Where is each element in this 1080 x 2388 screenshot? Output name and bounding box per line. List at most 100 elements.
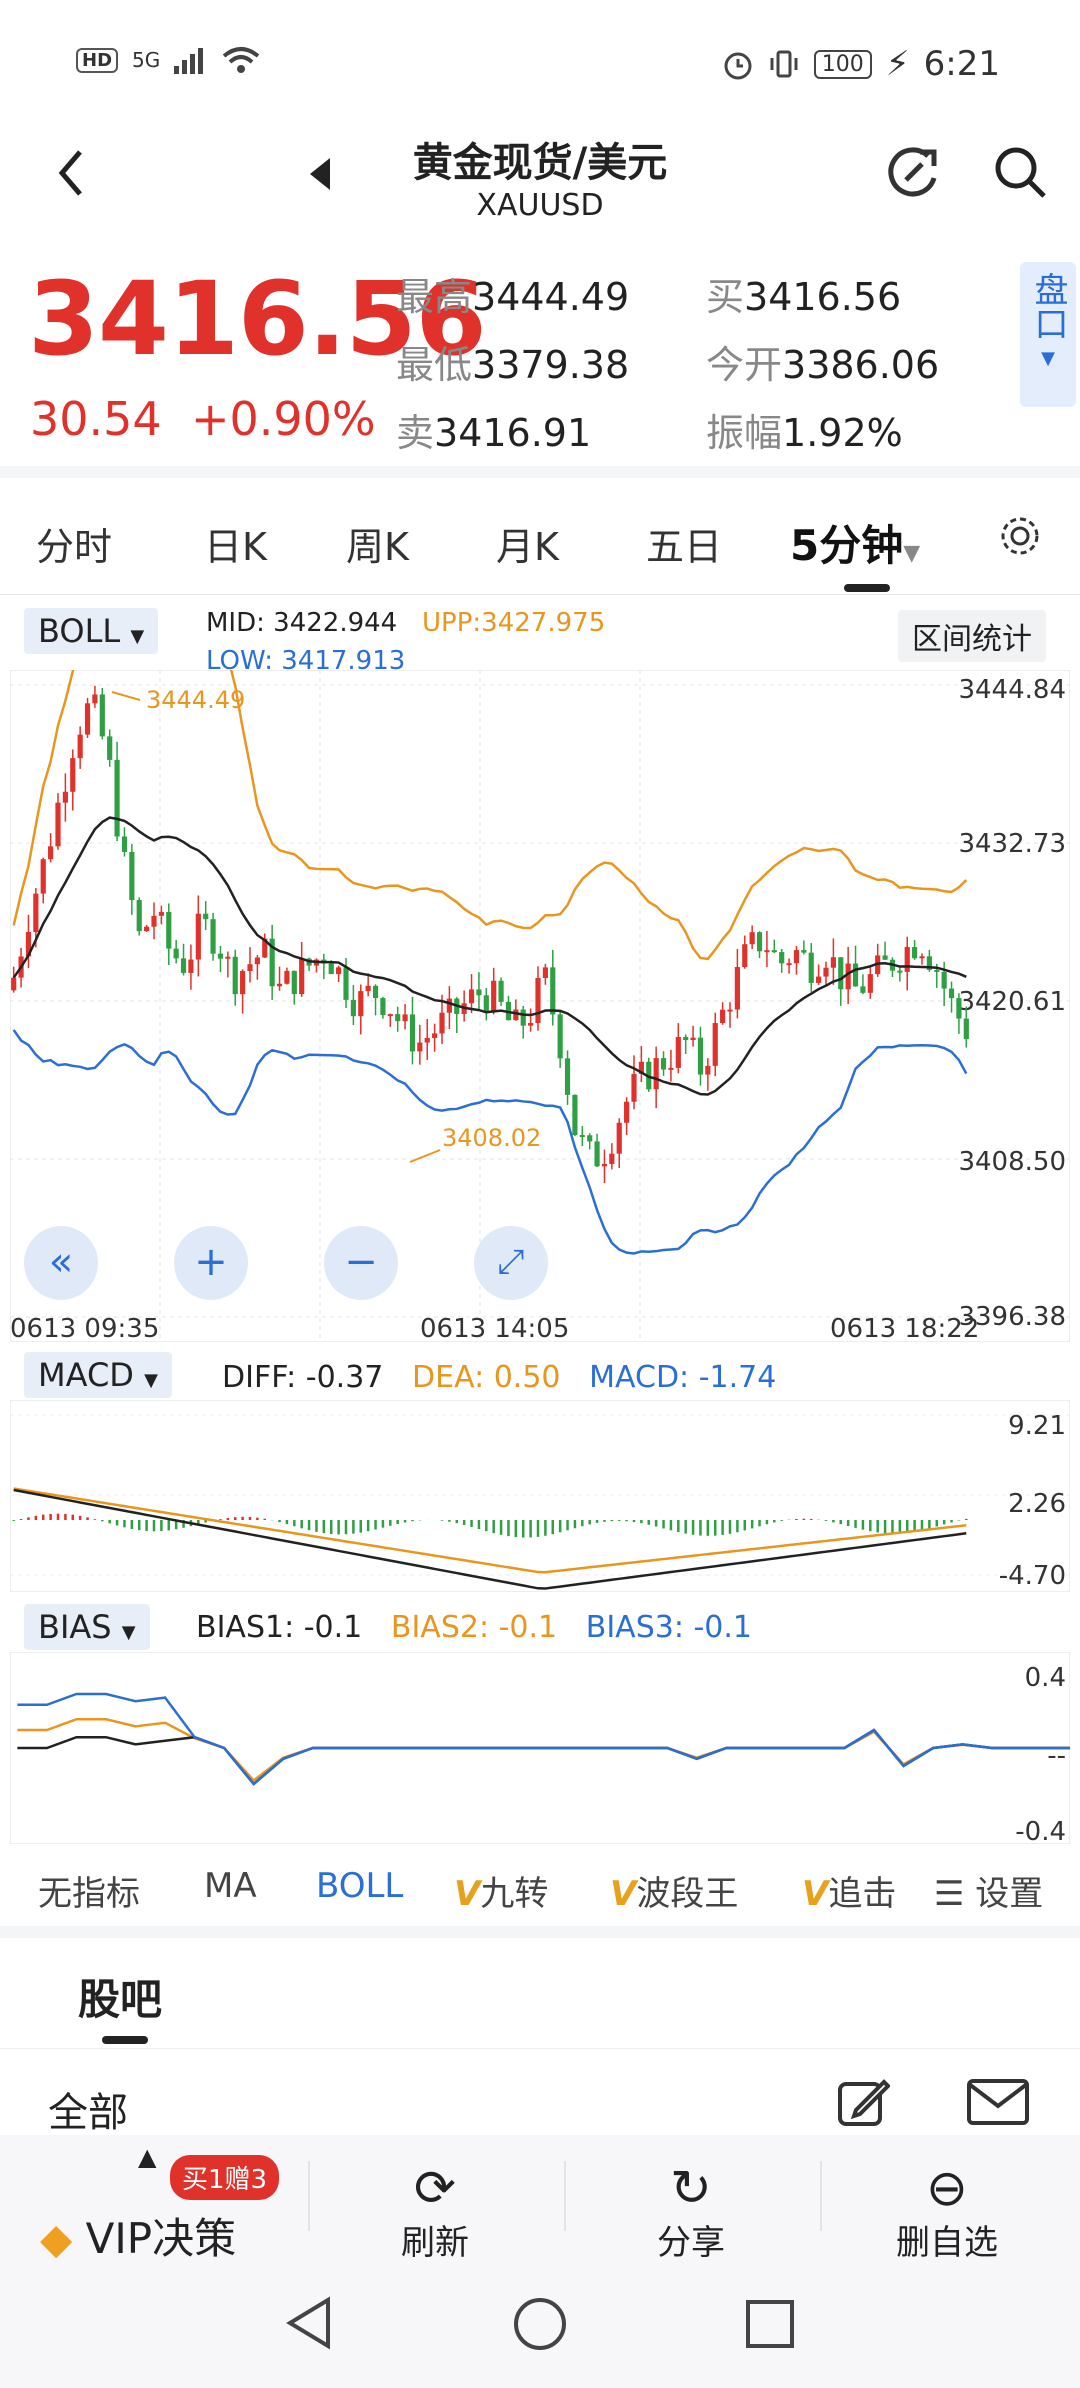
max-price-note: 3444.49 [146,686,245,714]
candle-body [919,956,925,959]
v-icon: V [802,1874,829,1914]
candle-body [84,703,91,735]
candle-body [528,1022,534,1026]
sell-value: 3416.91 [434,411,592,455]
filter-all[interactable]: 全部 [48,2080,128,2138]
y-tick-label: 3432.73 [958,829,1066,859]
macd-y-tick: 2.26 [1008,1489,1066,1519]
minus-circle-icon: ⊖ [926,2159,968,2217]
recents-square-icon[interactable] [744,2298,796,2350]
macd-label: MACD [38,1356,134,1394]
candle-body [173,948,179,959]
candle-body [284,970,290,984]
candle-body [786,963,792,966]
gear-icon[interactable] [998,514,1042,558]
promo-badge: 买1赠3 [170,2155,280,2200]
candle-body [387,1014,393,1017]
indicator-bodanwang[interactable]: V波段王 [610,1866,738,1915]
open-value: 3386.06 [782,343,940,387]
bias-chart[interactable]: 0.4 -- -0.4 [10,1652,1070,1844]
tab-weekly-k[interactable]: 周K [346,516,409,571]
indicator-jiuzhuan[interactable]: V九转 [454,1866,548,1915]
candle-body [424,1037,430,1043]
candle-body [129,851,135,901]
vip-label: VIP决策 [85,2214,237,2263]
candle-body [860,986,866,993]
indicator-label: BOLL [38,612,121,650]
chevron-down-icon: ▼ [121,1622,136,1643]
candle-body [350,999,356,1017]
community-title[interactable]: 股吧 [78,1966,162,2027]
price-change: 30.54 +0.90% [30,392,376,446]
low-value: 3379.38 [472,343,630,387]
back-triangle-icon[interactable] [284,2296,334,2350]
bias-y-tick: -- [1047,1741,1066,1771]
candle-body [328,963,334,975]
range-stats-button[interactable]: 区间统计 [898,610,1046,662]
indicator-select-boll[interactable]: BOLL ▼ [24,608,159,654]
macd-chart[interactable]: 9.21 2.26 -4.70 [10,1400,1070,1592]
candle-body [771,950,777,953]
mail-icon[interactable] [966,2078,1030,2126]
candle-body [601,1163,608,1167]
candle-body [897,970,903,973]
zoom-out-button[interactable]: − [324,1226,398,1300]
indicator-boll[interactable]: BOLL [316,1866,403,1906]
indicator-select-macd[interactable]: MACD ▼ [24,1352,172,1398]
indicator-select-bias[interactable]: BIAS ▼ [24,1604,150,1650]
candle-body [240,970,246,995]
candle-body [114,759,120,837]
tab-daily-k[interactable]: 日K [204,516,267,571]
high-value: 3444.49 [472,275,630,319]
zoom-in-button[interactable]: + [174,1226,248,1300]
home-circle-icon[interactable] [512,2296,568,2352]
candle-body [276,983,283,987]
active-tab-indicator [844,584,890,592]
divider [0,2048,1080,2049]
scroll-left-button[interactable]: « [24,1226,98,1300]
pankou-button[interactable]: 盘口 ▼ [1020,262,1076,407]
wifi-icon [222,47,260,73]
remove-watchlist-button[interactable]: ⊖ 删自选 [872,2161,1022,2264]
candle-body [904,947,910,972]
candle-body [564,1058,571,1095]
candle-body [217,953,224,959]
candle-body [92,694,98,704]
share-button[interactable]: ↻ 分享 [616,2161,766,2264]
candle-body [491,980,497,1012]
tab-monthly-k[interactable]: 月K [496,516,559,571]
candle-body [439,1012,445,1034]
indicator-none[interactable]: 无指标 [38,1866,140,1915]
candle-body [764,950,770,953]
v-icon: V [610,1874,637,1914]
candle-body [830,957,836,968]
edit-post-icon[interactable] [836,2074,890,2128]
fullscreen-button[interactable]: ⤢ [474,1226,548,1300]
candle-body [867,974,873,993]
candle-body [402,1014,408,1022]
candle-body [365,985,371,992]
chevron-down-icon: ▼ [903,541,921,566]
indicator-ma[interactable]: MA [204,1866,257,1906]
candle-body [395,1014,401,1022]
tab-five-day[interactable]: 五日 [646,516,722,571]
candle-body [557,1014,563,1059]
share-icon[interactable] [884,144,942,202]
indicator-zhuiji[interactable]: V追击 [802,1866,920,1915]
candle-body [934,969,940,972]
bottom-nav: 买1赠3 ▲ ◆ VIP决策 ⟳ 刷新 ↻ 分享 ⊖ 删自选 [0,2135,1080,2263]
tab-intraday[interactable]: 分时 [36,516,112,571]
indicator-settings[interactable]: ☰ 设置 [924,1856,1050,1925]
tab-5min[interactable]: 5分钟▼ [790,512,920,573]
search-icon[interactable] [992,144,1050,202]
divider [308,2161,310,2231]
boll-values: MID: 3422.944 UPP:3427.975 [206,608,606,638]
refresh-button[interactable]: ⟳ 刷新 [360,2161,510,2264]
min-price-note: 3408.02 [442,1124,541,1152]
candle-body [11,977,17,991]
macd-macd: MACD: -1.74 [589,1360,777,1395]
chart-border [10,1400,1070,1592]
vip-button[interactable]: ◆ VIP决策 [40,2205,236,2266]
sell-cell: 卖3416.91 [396,411,592,455]
signal-bars-icon [174,48,204,74]
